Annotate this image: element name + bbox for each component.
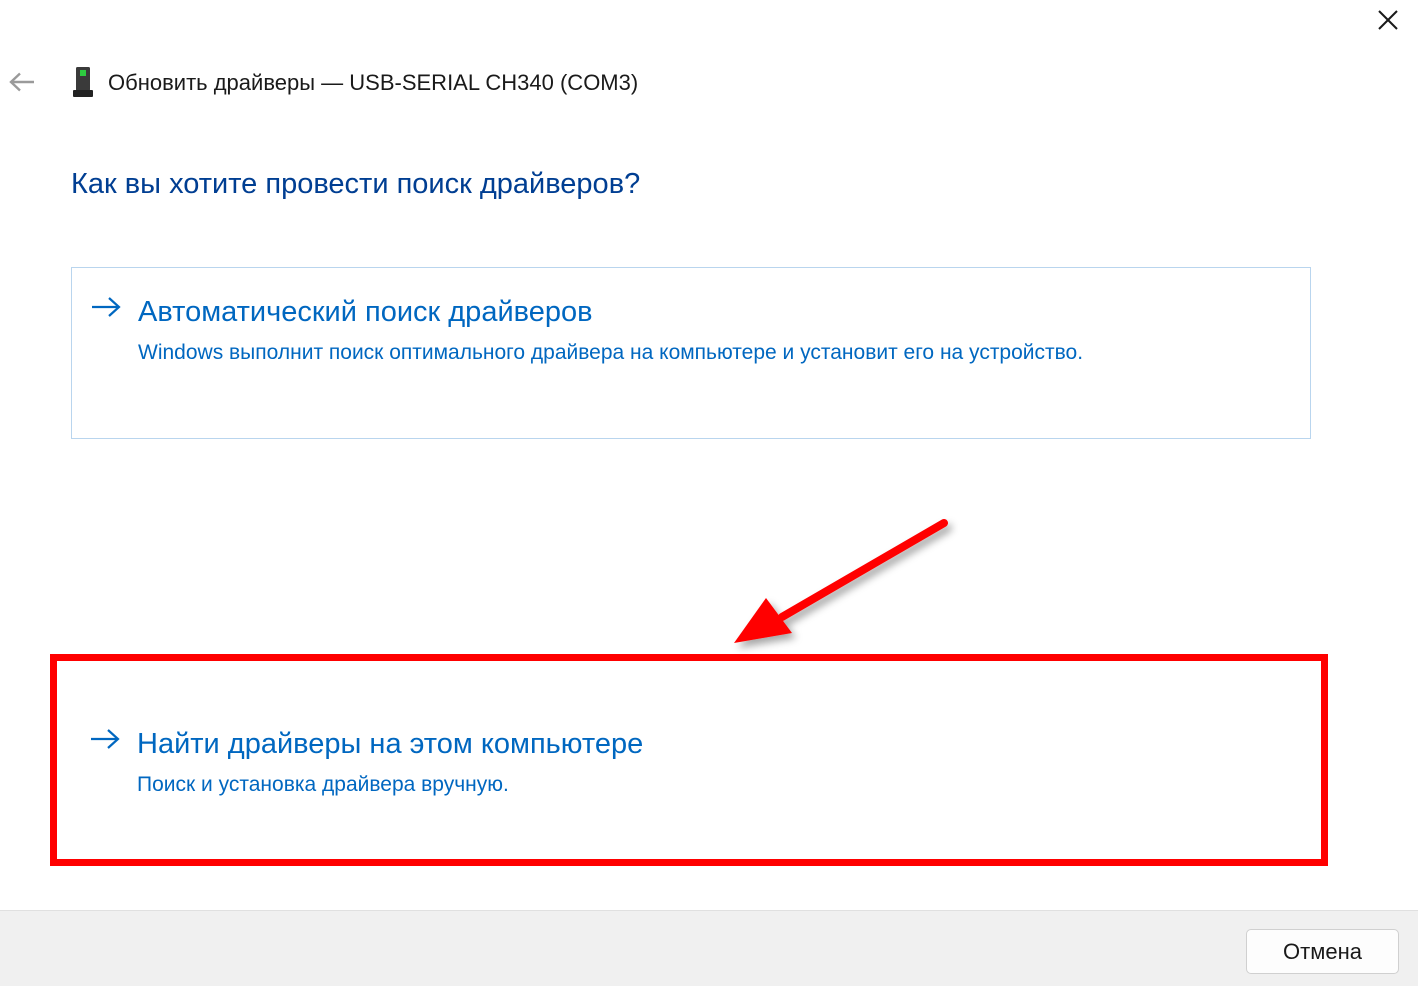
- close-icon: [1378, 10, 1398, 30]
- cancel-button[interactable]: Отмена: [1246, 929, 1399, 974]
- browse-computer-title: Найти драйверы на этом компьютере: [137, 728, 644, 760]
- footer-bar: [0, 910, 1418, 986]
- usb-device-icon: [73, 67, 93, 97]
- page-heading: Как вы хотите провести поиск драйверов?: [71, 168, 641, 200]
- back-button[interactable]: [4, 64, 40, 100]
- auto-search-description: Windows выполнит поиск оптимального драй…: [138, 341, 1084, 364]
- arrow-right-icon: [92, 297, 121, 317]
- back-arrow-icon: [9, 72, 34, 92]
- arrow-right-icon: [91, 729, 120, 749]
- auto-search-title: Автоматический поиск драйверов: [138, 296, 593, 328]
- browse-computer-option[interactable]: Найти драйверы на этом компьютере Поиск …: [71, 700, 1311, 840]
- window-title: Обновить драйверы — USB-SERIAL CH340 (CO…: [108, 70, 639, 95]
- close-button[interactable]: [1366, 0, 1410, 40]
- auto-search-option[interactable]: Автоматический поиск драйверов Windows в…: [71, 267, 1311, 439]
- browse-computer-description: Поиск и установка драйвера вручную.: [137, 773, 509, 796]
